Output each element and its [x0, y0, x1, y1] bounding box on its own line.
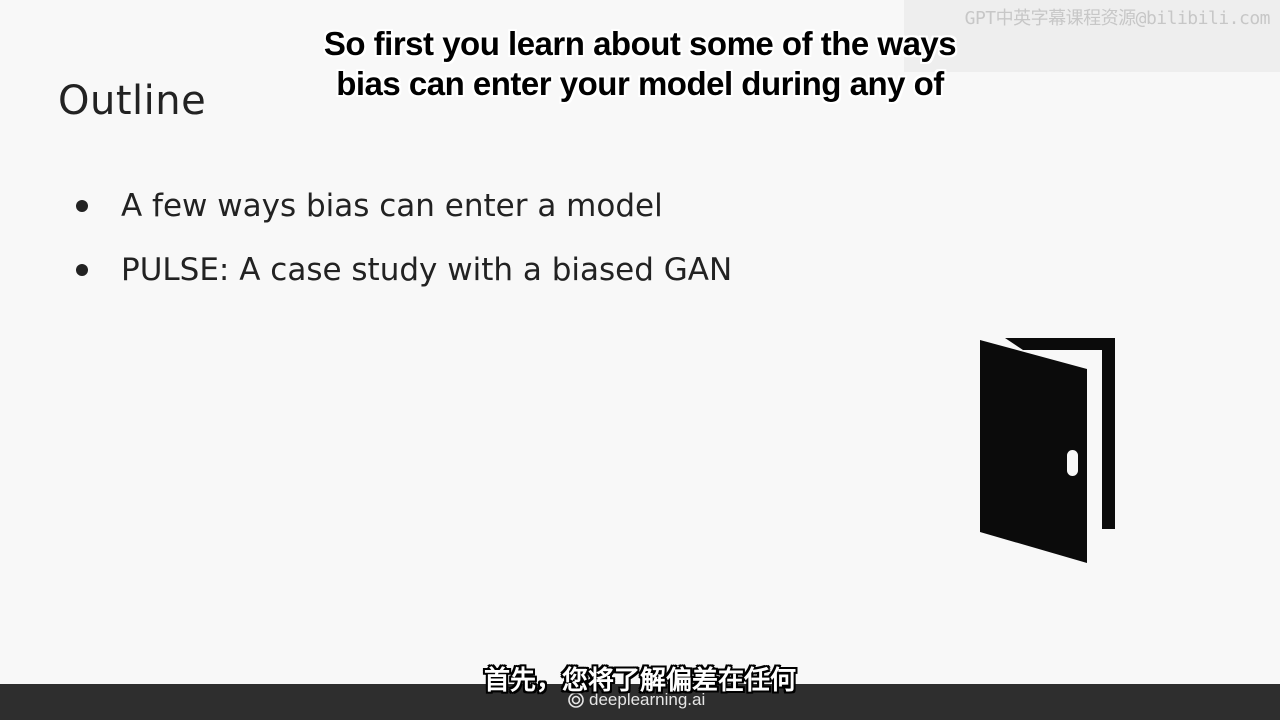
- bullet-text: PULSE: A case study with a biased GAN: [121, 252, 733, 288]
- chinese-subtitle: 首先，您将了解偏差在任何: [483, 666, 796, 696]
- bullet-list: A few ways bias can enter a model PULSE:…: [76, 174, 732, 302]
- bullet-icon: [76, 264, 88, 276]
- bullet-item: A few ways bias can enter a model: [76, 174, 732, 238]
- video-frame: Outline A few ways bias can enter a mode…: [0, 0, 1280, 720]
- open-door-icon: [980, 338, 1115, 563]
- english-subtitle-line: bias can enter your model during any of: [336, 65, 944, 102]
- english-subtitle: So first you learn about some of the way…: [250, 24, 1030, 104]
- english-subtitle-line: So first you learn about some of the way…: [323, 25, 957, 62]
- bullet-item: PULSE: A case study with a biased GAN: [76, 238, 732, 302]
- bullet-text: A few ways bias can enter a model: [121, 188, 663, 224]
- bullet-icon: [76, 200, 88, 212]
- slide-title: Outline: [58, 78, 207, 124]
